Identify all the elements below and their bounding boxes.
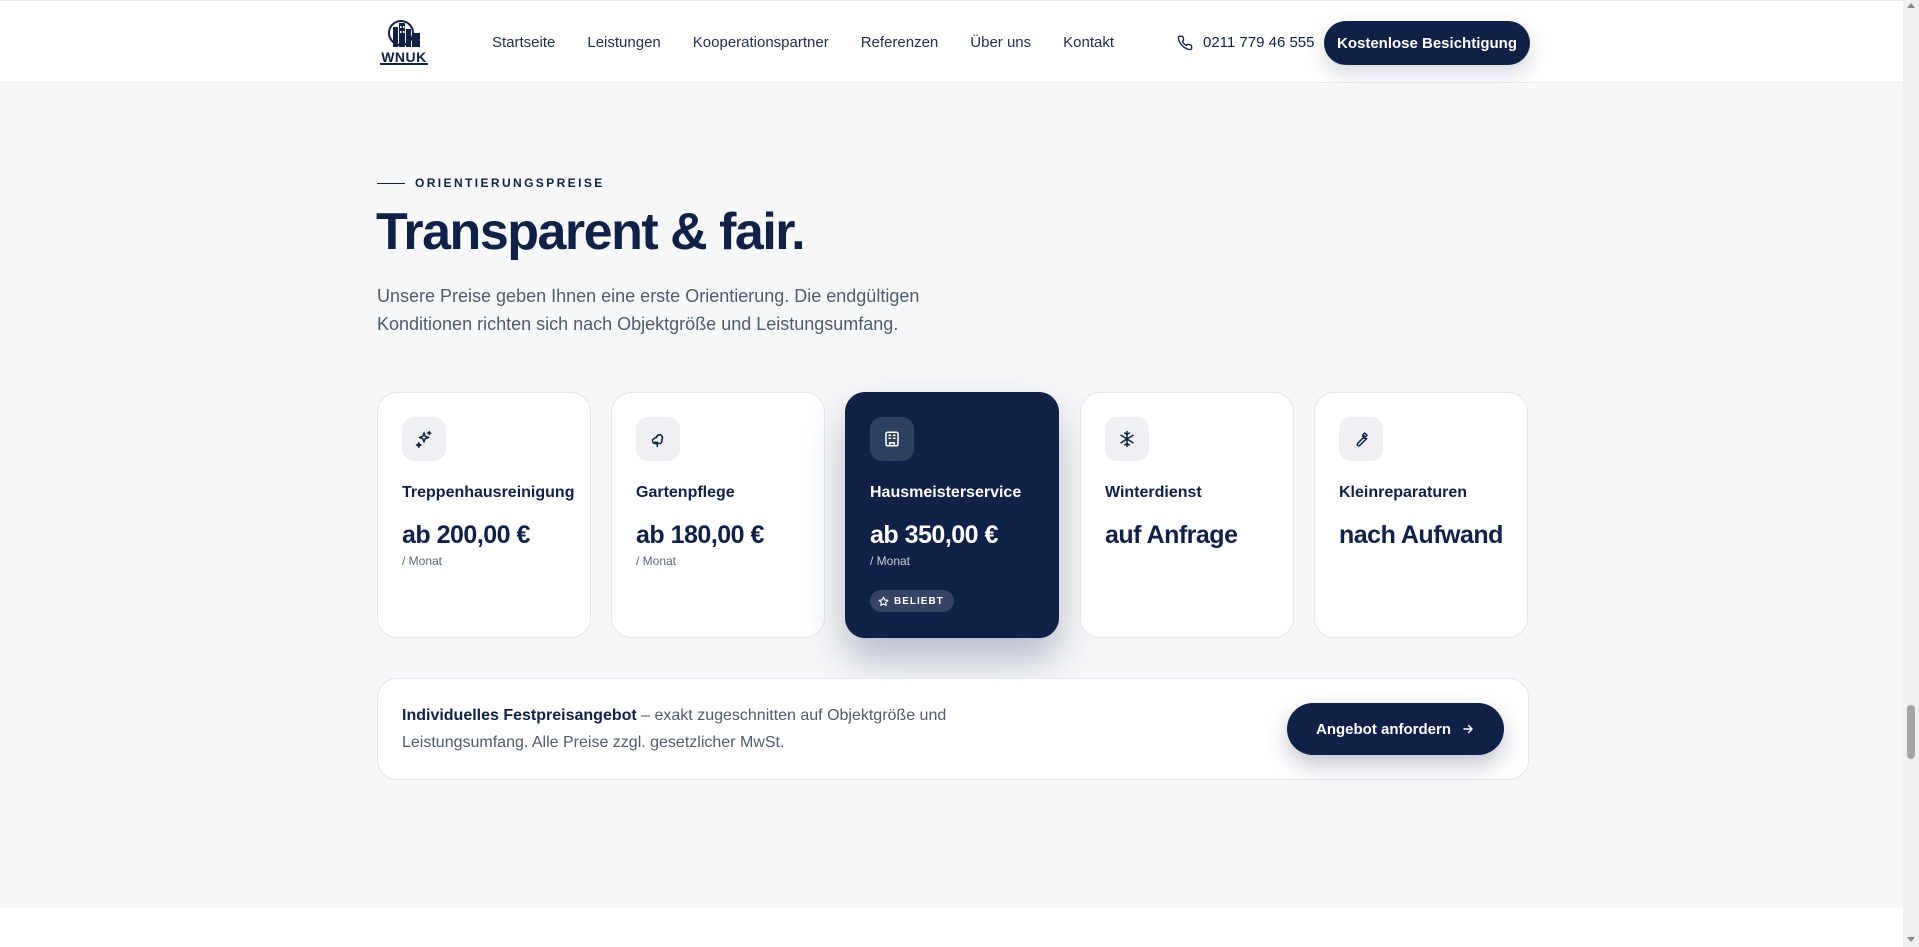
page-scrollbar[interactable]	[1903, 0, 1919, 947]
section-eyebrow: ORIENTIERUNGSPREISE	[377, 176, 605, 190]
nav-item-kooperationspartner[interactable]: Kooperationspartner	[693, 34, 829, 51]
main-nav: Startseite Leistungen Kooperationspartne…	[492, 1, 1146, 84]
nav-item-leistungen[interactable]: Leistungen	[587, 34, 660, 51]
phone-icon	[1177, 35, 1193, 50]
price-card-winterdienst[interactable]: Winterdienst auf Anfrage	[1080, 392, 1294, 638]
card-unit: / Monat	[870, 554, 911, 568]
popular-badge: BELIEBT	[870, 590, 954, 612]
card-title: Kleinreparaturen	[1339, 484, 1468, 501]
card-price: ab 200,00 €	[402, 521, 530, 549]
scroll-up-arrow-icon[interactable]	[1907, 3, 1915, 8]
card-title: Winterdienst	[1105, 484, 1202, 501]
card-price: ab 350,00 €	[870, 521, 998, 549]
card-unit: / Monat	[402, 554, 443, 568]
tree-icon	[636, 417, 680, 461]
card-price: ab 180,00 €	[636, 521, 764, 549]
snowflake-icon	[1105, 417, 1149, 461]
logo-buildings-icon	[388, 20, 420, 47]
offer-highlight: Individuelles Festpreisangebot	[402, 707, 637, 724]
pricing-section: ORIENTIERUNGSPREISE Transparent & fair. …	[0, 84, 1903, 908]
section-title: Transparent & fair.	[376, 203, 806, 261]
offer-banner: Individuelles Festpreisangebot – exakt z…	[377, 678, 1529, 780]
sparkle-icon	[402, 417, 446, 461]
price-card-hausmeisterservice[interactable]: Hausmeisterservice ab 350,00 € / Monat B…	[845, 392, 1059, 638]
next-section	[0, 908, 1903, 947]
logo[interactable]: WNUK	[376, 19, 432, 67]
nav-item-kontakt[interactable]: Kontakt	[1063, 34, 1114, 51]
card-title: Treppenhausreinigung	[402, 484, 575, 501]
price-card-gartenpflege[interactable]: Gartenpflege ab 180,00 € / Monat	[611, 392, 825, 638]
site-header: WNUK Startseite Leistungen Kooperationsp…	[0, 0, 1903, 83]
section-lead: Unsere Preise geben Ihnen eine erste Ori…	[377, 286, 920, 334]
eyebrow-line	[377, 182, 405, 184]
nav-item-ueber-uns[interactable]: Über uns	[970, 34, 1031, 51]
logo-underline	[380, 63, 428, 65]
card-title: Hausmeisterservice	[870, 484, 1022, 501]
card-price: auf Anfrage	[1105, 521, 1238, 549]
nav-item-startseite[interactable]: Startseite	[492, 34, 555, 51]
request-offer-button[interactable]: Angebot anfordern	[1287, 703, 1504, 755]
free-inspection-button[interactable]: Kostenlose Besichtigung	[1324, 21, 1530, 65]
price-card-treppenhausreinigung[interactable]: Treppenhausreinigung ab 200,00 € / Monat	[377, 392, 591, 638]
phone-number: 0211 779 46 555	[1203, 34, 1315, 51]
card-title: Gartenpflege	[636, 484, 735, 501]
price-card-kleinreparaturen[interactable]: Kleinreparaturen nach Aufwand	[1314, 392, 1528, 638]
phone-link[interactable]: 0211 779 46 555	[1177, 1, 1315, 84]
wrench-icon	[1339, 417, 1383, 461]
arrow-right-icon	[1463, 724, 1473, 734]
request-offer-label: Angebot anfordern	[1316, 720, 1451, 738]
scroll-thumb[interactable]	[1907, 705, 1915, 759]
offer-text: Individuelles Festpreisangebot – exakt z…	[402, 702, 1002, 756]
pricing-cards: Treppenhausreinigung ab 200,00 € / Monat…	[377, 392, 1529, 638]
badge-label: BELIEBT	[894, 595, 944, 607]
card-unit: / Monat	[636, 554, 677, 568]
eyebrow-text: ORIENTIERUNGSPREISE	[415, 176, 605, 190]
building-icon	[870, 417, 914, 461]
star-icon	[878, 596, 889, 606]
scroll-down-arrow-icon[interactable]	[1907, 937, 1915, 942]
card-price: nach Aufwand	[1339, 521, 1503, 549]
nav-item-referenzen[interactable]: Referenzen	[861, 34, 939, 51]
